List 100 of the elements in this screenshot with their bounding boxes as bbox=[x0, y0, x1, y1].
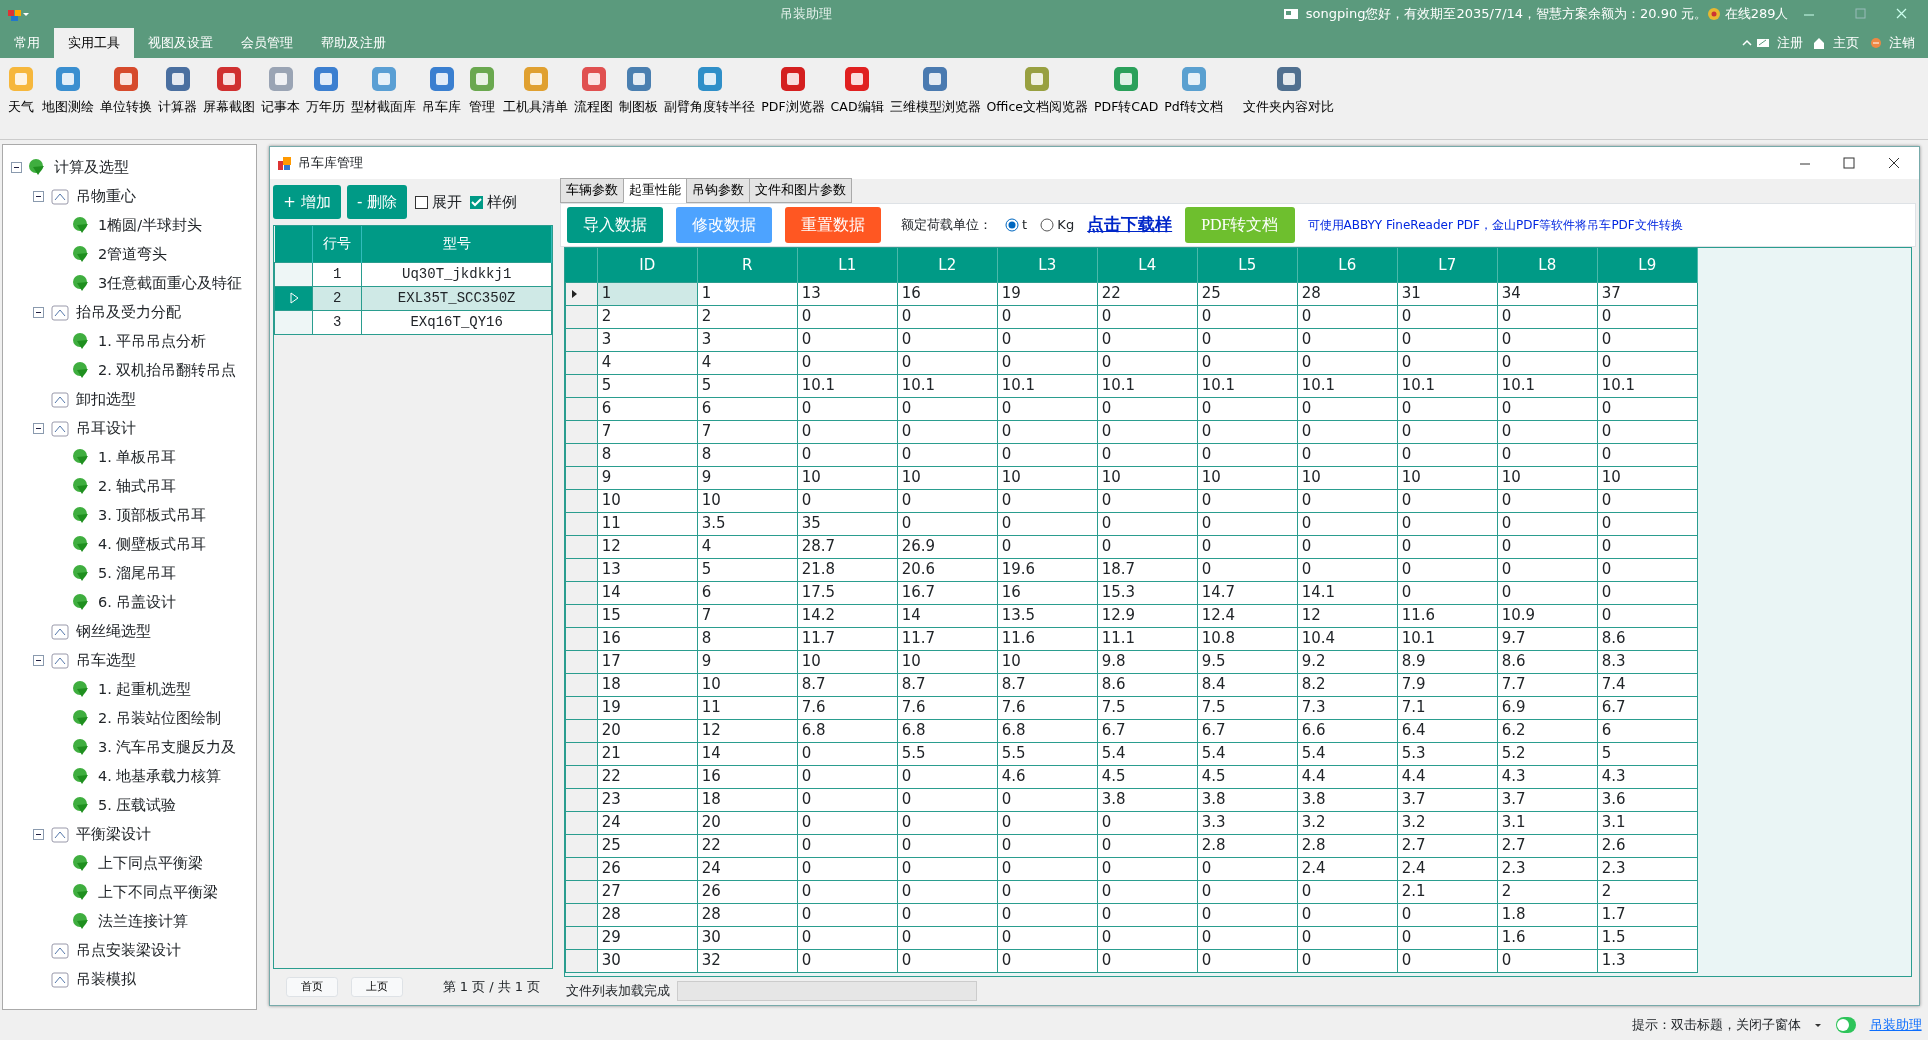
toolbar-button[interactable]: 屏幕截图 bbox=[200, 58, 259, 117]
tree-item[interactable]: 吊耳设计 bbox=[76, 417, 136, 440]
column-header: L5 bbox=[1197, 248, 1298, 282]
collapse-icon[interactable] bbox=[33, 829, 44, 840]
toolbar-button[interactable]: 流程图 bbox=[571, 58, 617, 117]
tree-item[interactable]: 5. 压载试验 bbox=[98, 794, 177, 817]
radio-icon[interactable] bbox=[1040, 218, 1055, 232]
tree-item[interactable]: 法兰连接计算 bbox=[98, 910, 188, 933]
collapse-icon[interactable] bbox=[33, 655, 44, 666]
tree-item[interactable]: 计算及选型 bbox=[54, 156, 129, 179]
pager-button[interactable]: 首页 bbox=[286, 977, 339, 997]
tree-item[interactable]: 3. 顶部板式吊耳 bbox=[98, 504, 207, 527]
collapse-icon[interactable] bbox=[33, 307, 44, 318]
table-cell[interactable]: 1 bbox=[312, 262, 362, 286]
table-cell[interactable]: 1 bbox=[697, 282, 798, 305]
unit-label: 额定荷载单位： bbox=[900, 216, 992, 235]
radio-button[interactable]: t bbox=[1004, 215, 1028, 235]
tree-item[interactable]: 上下同点平衡梁 bbox=[98, 852, 203, 875]
table-cell[interactable]: 37 bbox=[1597, 282, 1698, 305]
tree-item[interactable]: 抬吊及受力分配 bbox=[76, 301, 181, 324]
tree-item[interactable]: 4. 地基承载力核算 bbox=[98, 765, 222, 788]
tree-item[interactable]: 吊点安装梁设计 bbox=[76, 939, 181, 962]
column-header: R bbox=[697, 248, 798, 282]
table-cell[interactable]: 13 bbox=[797, 282, 898, 305]
toolbar-button[interactable]: 计算器 bbox=[155, 58, 201, 117]
table-cell[interactable]: 1 bbox=[597, 282, 698, 305]
tree-item[interactable]: 平衡梁设计 bbox=[76, 823, 151, 846]
tree-item[interactable]: 6. 吊盖设计 bbox=[98, 591, 177, 614]
table-cell[interactable]: Uq30T_jkdkkj1 bbox=[361, 262, 552, 286]
tree-item[interactable]: 3任意截面重心及特征 bbox=[98, 272, 243, 295]
table-cell[interactable]: 25 bbox=[1197, 282, 1298, 305]
table-cell[interactable]: EXq16T_QY16 bbox=[361, 310, 552, 334]
column-header: L4 bbox=[1097, 248, 1198, 282]
toolbar-button[interactable]: 型材截面库 bbox=[348, 58, 420, 117]
toolbar-button[interactable]: 万年历 bbox=[303, 58, 349, 117]
radio-icon[interactable] bbox=[1004, 218, 1019, 232]
collapse-icon[interactable] bbox=[33, 191, 44, 202]
download-link[interactable]: 点击下载样 bbox=[1087, 212, 1173, 238]
toolbar-button[interactable]: PDF浏览器 bbox=[758, 58, 828, 117]
toolbar-button[interactable]: 天气 bbox=[3, 58, 40, 117]
checkbox-icon[interactable] bbox=[468, 194, 484, 210]
tree-item[interactable]: 4. 侧壁板式吊耳 bbox=[98, 533, 207, 556]
toolbar-button[interactable]: + 增加 bbox=[273, 184, 341, 220]
tree-item[interactable]: 5. 溜尾吊耳 bbox=[98, 562, 177, 585]
collapse-icon[interactable] bbox=[33, 423, 44, 434]
tree-item[interactable]: 1. 起重机选型 bbox=[98, 678, 192, 701]
toolbar-button[interactable]: 单位转换 bbox=[97, 58, 156, 117]
table-cell[interactable]: 28 bbox=[1297, 282, 1398, 305]
tree-item[interactable]: 吊装模拟 bbox=[76, 968, 136, 991]
checkbox-icon[interactable] bbox=[413, 194, 429, 210]
toolbar-button[interactable]: - 删除 bbox=[347, 184, 408, 220]
collapse-icon[interactable] bbox=[11, 162, 22, 173]
checkbox[interactable]: 样例 bbox=[468, 190, 517, 214]
tree-item[interactable]: 2. 双机抬吊翻转吊点 bbox=[98, 359, 237, 382]
toolbar-button[interactable]: Office文档阅览器 bbox=[983, 58, 1091, 117]
checkbox[interactable]: 展开 bbox=[413, 190, 463, 214]
pager-button[interactable]: 上页 bbox=[351, 977, 404, 997]
table-cell[interactable]: 22 bbox=[1097, 282, 1198, 305]
tree-item[interactable]: 2. 轴式吊耳 bbox=[98, 475, 177, 498]
table-cell[interactable]: 16 bbox=[897, 282, 998, 305]
toolbar-button[interactable]: PDF转CAD bbox=[1091, 58, 1162, 117]
caret-icon[interactable] bbox=[1813, 1022, 1822, 1028]
menu-tab[interactable]: 实用工具 bbox=[54, 28, 134, 58]
tab[interactable]: 起重性能 bbox=[622, 178, 687, 203]
table-cell[interactable]: 34 bbox=[1497, 282, 1598, 305]
toolbar-button[interactable]: 管理 bbox=[464, 58, 501, 117]
table-cell[interactable]: 31 bbox=[1397, 282, 1498, 305]
toggle-switch[interactable] bbox=[1834, 1016, 1857, 1034]
tree-item[interactable]: 钢丝绳选型 bbox=[76, 620, 151, 643]
tab[interactable]: 文件和图片参数 bbox=[748, 178, 852, 203]
tree-item[interactable]: 吊车选型 bbox=[76, 649, 136, 672]
action-button[interactable]: 导入数据 bbox=[567, 207, 664, 243]
tab[interactable]: 吊钩参数 bbox=[685, 178, 750, 203]
table-cell[interactable]: 19 bbox=[997, 282, 1098, 305]
app-link[interactable]: 吊装助理 bbox=[1869, 1015, 1922, 1035]
toolbar-button[interactable]: 制图板 bbox=[616, 58, 662, 117]
tree-item[interactable]: 3. 汽车吊支腿反力及 bbox=[98, 736, 237, 759]
toolbar-button[interactable]: 三维模型浏览器 bbox=[886, 58, 984, 117]
toolbar-button[interactable]: 副臂角度转半径 bbox=[661, 58, 759, 117]
table-cell[interactable]: EXL35T_SCC350Z bbox=[361, 286, 552, 310]
toolbar-button[interactable]: 吊车库 bbox=[419, 58, 465, 117]
tree-item[interactable]: 卸扣选型 bbox=[76, 388, 136, 411]
toolbar-button[interactable]: 工机具清单 bbox=[500, 58, 572, 117]
tool-icon bbox=[920, 64, 950, 94]
tree-item[interactable]: 1. 平吊吊点分析 bbox=[98, 330, 207, 353]
radio-button[interactable]: Kg bbox=[1040, 215, 1075, 235]
tree-item[interactable]: 2管道弯头 bbox=[98, 243, 168, 266]
toolbar-button[interactable]: 地图测绘 bbox=[39, 58, 98, 117]
toolbar-button[interactable]: Pdf转文档 bbox=[1161, 58, 1227, 117]
tree-item[interactable]: 上下不同点平衡梁 bbox=[98, 881, 218, 904]
tree-item[interactable]: 1椭圆/半球封头 bbox=[98, 214, 203, 237]
toolbar-button[interactable]: CAD编辑 bbox=[827, 58, 887, 117]
toolbar-button[interactable]: 文件夹内容对比 bbox=[1240, 58, 1338, 117]
tree-item[interactable]: 吊物重心 bbox=[76, 185, 136, 208]
card-icon bbox=[1756, 36, 1770, 50]
tab[interactable]: 车辆参数 bbox=[559, 178, 624, 203]
tree-item[interactable]: 2. 吊装站位图绘制 bbox=[98, 707, 222, 730]
toolbar-button[interactable]: 记事本 bbox=[258, 58, 304, 117]
status-text: 文件列表加载完成 bbox=[566, 982, 671, 1001]
tree-item[interactable]: 1. 单板吊耳 bbox=[98, 446, 177, 469]
